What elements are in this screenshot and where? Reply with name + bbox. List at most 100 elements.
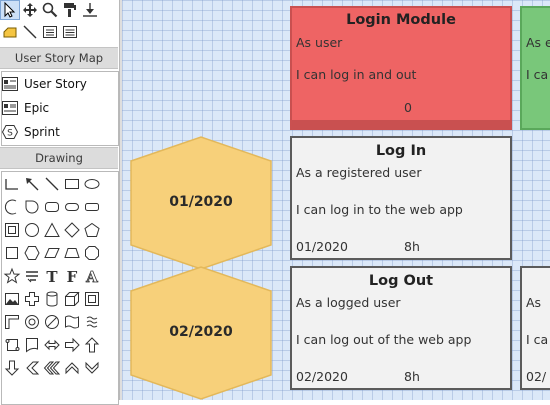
story-goal-text: I can log out of the web app <box>296 332 472 347</box>
library-item-label: User Story <box>24 77 87 91</box>
library-item-label: Epic <box>24 101 50 115</box>
chevron-double-icon[interactable] <box>42 358 62 378</box>
toolbox-panel: User Story Map User Story Epic S Sprint … <box>0 0 120 405</box>
drawing-row-8 <box>2 335 102 355</box>
epic-card-second[interactable]: As e I ca <box>520 6 550 130</box>
story-date: 02/ <box>526 369 547 384</box>
parallelogram-icon[interactable] <box>42 243 62 263</box>
text-icon[interactable]: T <box>42 266 62 286</box>
top-toolbar-row-1 <box>0 0 100 20</box>
story-goal-text: I ca <box>526 332 549 347</box>
drawing-row-2 <box>2 197 102 217</box>
down-arrow-icon[interactable] <box>2 358 22 378</box>
diagram-canvas[interactable]: Login Module As user I can log in and ou… <box>122 0 550 400</box>
can-icon[interactable] <box>42 289 62 309</box>
callout-icon[interactable] <box>22 266 42 286</box>
svg-text:S: S <box>7 129 13 139</box>
star-icon[interactable] <box>2 266 22 286</box>
sprint-icon: S <box>2 125 18 139</box>
story-card-log-in[interactable]: Log In As a registered user I can log in… <box>290 136 512 260</box>
no-symbol-icon[interactable] <box>42 312 62 332</box>
teardrop-icon[interactable] <box>22 197 42 217</box>
picture-icon[interactable] <box>2 289 22 309</box>
scroll-icon[interactable] <box>2 335 22 355</box>
svg-text:A: A <box>85 268 98 286</box>
align-icon[interactable] <box>80 0 100 20</box>
list-icon[interactable] <box>60 22 80 42</box>
diamond-icon[interactable] <box>62 220 82 240</box>
svg-text:T: T <box>46 268 58 286</box>
story-card-log-out[interactable]: Log Out As a logged user I can log out o… <box>290 266 512 390</box>
story-role-text: As <box>526 295 542 310</box>
story-title: Log Out <box>368 273 434 289</box>
triangle-icon[interactable] <box>42 220 62 240</box>
epic-card-login-module[interactable]: Login Module As user I can log in and ou… <box>290 6 512 130</box>
text-art-icon[interactable]: F <box>62 266 82 286</box>
story-estimate: 8h <box>404 239 420 254</box>
epic-count: 0 <box>404 100 412 115</box>
connector-icon[interactable] <box>2 174 22 194</box>
drawing-row-6 <box>2 289 102 309</box>
corner-icon[interactable] <box>2 312 22 332</box>
trapezoid-icon[interactable] <box>62 243 82 263</box>
story-role-text: As a logged user <box>296 295 401 310</box>
pan-icon[interactable] <box>20 0 40 20</box>
drawing-row-7 <box>2 312 102 332</box>
format-painter-icon[interactable] <box>60 0 80 20</box>
story-title: Log In <box>375 143 427 159</box>
library-item-epic[interactable]: Epic <box>2 97 49 119</box>
drawing-row-1 <box>2 174 102 194</box>
library-item-label: Sprint <box>24 125 60 139</box>
story-card-partial[interactable]: As I ca 02/ <box>520 266 550 390</box>
top-toolbar-row-2 <box>0 22 80 42</box>
chevron-down-icon[interactable] <box>82 358 102 378</box>
pill-icon[interactable] <box>82 197 102 217</box>
story-goal-text: I can log in to the web app <box>296 202 463 217</box>
fill-icon[interactable] <box>0 22 20 42</box>
double-wave-icon[interactable] <box>82 312 102 332</box>
library-item-sprint[interactable]: S Sprint <box>2 121 60 143</box>
chevron-up-icon[interactable] <box>62 358 82 378</box>
sprint-hexagon-1[interactable]: 01/2020 <box>130 136 272 270</box>
frame-icon[interactable] <box>2 220 22 240</box>
library-item-user-story[interactable]: User Story <box>2 73 87 95</box>
section-header-user-story-map[interactable]: User Story Map <box>0 47 118 69</box>
drawing-row-3 <box>2 220 102 240</box>
arrow-icon[interactable] <box>22 174 42 194</box>
rounded-rect-icon[interactable] <box>42 197 62 217</box>
rectangle-icon[interactable] <box>62 174 82 194</box>
cross-icon[interactable] <box>22 289 42 309</box>
up-arrow-icon[interactable] <box>82 335 102 355</box>
circle-icon[interactable] <box>22 220 42 240</box>
ellipse-icon[interactable] <box>82 174 102 194</box>
epic-role-text: As e <box>526 35 550 50</box>
donut-icon[interactable] <box>22 312 42 332</box>
chevron-left-icon[interactable] <box>22 358 42 378</box>
wave-icon[interactable] <box>62 312 82 332</box>
sprint-hexagon-2[interactable]: 02/2020 <box>130 266 272 400</box>
drawing-row-4 <box>2 243 102 263</box>
line-icon[interactable] <box>42 174 62 194</box>
stadium-icon[interactable] <box>62 197 82 217</box>
section-header-drawing[interactable]: Drawing <box>0 147 118 169</box>
cube-icon[interactable] <box>62 289 82 309</box>
line-tool-icon[interactable] <box>20 22 40 42</box>
arc-icon[interactable] <box>2 197 22 217</box>
sprint-label: 02/2020 <box>169 324 233 340</box>
square-icon[interactable] <box>2 243 22 263</box>
pointer-icon[interactable] <box>0 0 20 20</box>
svg-text:F: F <box>67 268 78 286</box>
text-box-icon[interactable] <box>40 22 60 42</box>
hexagon-shape-icon[interactable] <box>22 243 42 263</box>
pentagon-icon[interactable] <box>82 220 102 240</box>
bevel-icon[interactable] <box>82 289 102 309</box>
left-right-arrow-icon[interactable] <box>42 335 62 355</box>
octagon-icon[interactable] <box>82 243 102 263</box>
section-title: Drawing <box>35 151 83 165</box>
right-arrow-icon[interactable] <box>62 335 82 355</box>
zoom-icon[interactable] <box>40 0 60 20</box>
section-title: User Story Map <box>14 51 104 65</box>
text-style-icon[interactable]: A <box>82 266 102 287</box>
story-role-text: As a registered user <box>296 165 422 180</box>
document-icon[interactable] <box>22 335 42 355</box>
